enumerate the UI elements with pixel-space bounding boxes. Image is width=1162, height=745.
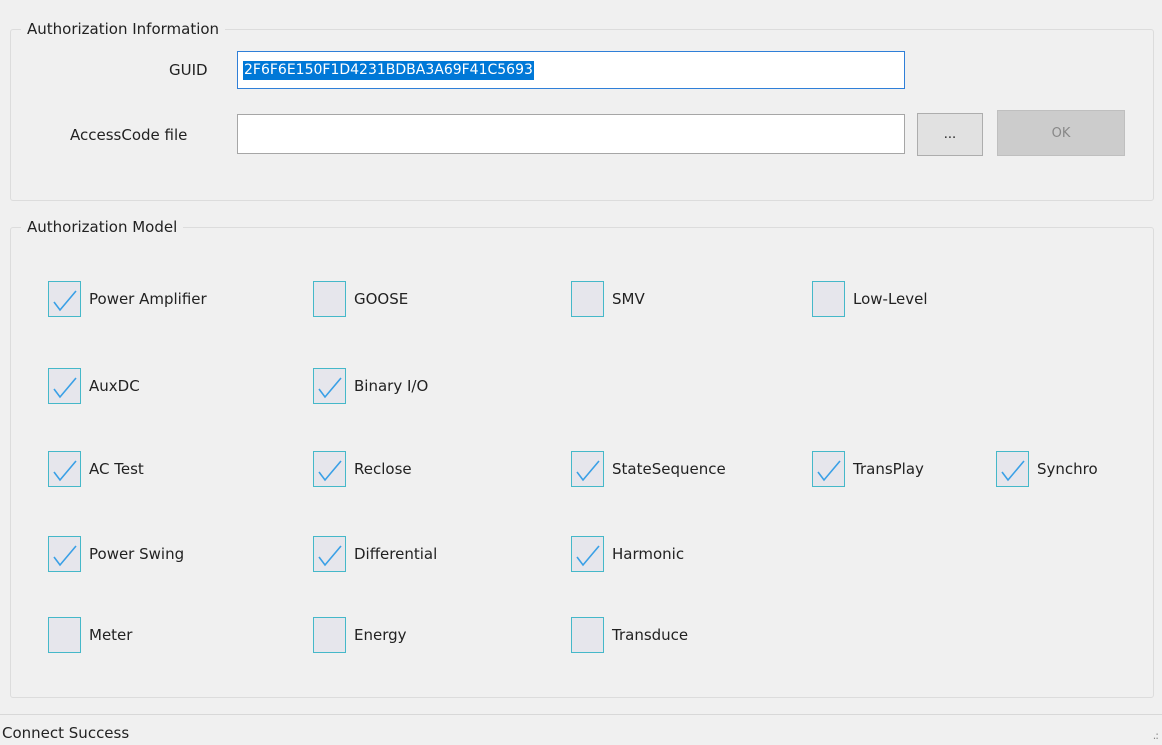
resize-grip-icon[interactable]: .: <box>1153 729 1159 742</box>
ok-button[interactable]: OK <box>997 110 1125 156</box>
checkmark-icon <box>318 460 342 482</box>
checkbox-box[interactable] <box>48 536 81 572</box>
checkbox-label: Power Amplifier <box>89 290 207 308</box>
guid-input[interactable]: 2F6F6E150F1D4231BDBA3A69F41C5693 <box>237 51 905 89</box>
checkbox-smv[interactable]: SMV <box>571 281 645 317</box>
checkbox-label: Synchro <box>1037 460 1098 478</box>
checkbox-differential[interactable]: Differential <box>313 536 437 572</box>
checkbox-power-amplifier[interactable]: Power Amplifier <box>48 281 207 317</box>
checkbox-label: Energy <box>354 626 407 644</box>
checkbox-box[interactable] <box>48 281 81 317</box>
checkbox-synchro[interactable]: Synchro <box>996 451 1098 487</box>
checkbox-energy[interactable]: Energy <box>313 617 407 653</box>
checkbox-box[interactable] <box>313 536 346 572</box>
guid-value: 2F6F6E150F1D4231BDBA3A69F41C5693 <box>243 61 534 80</box>
checkbox-label: Low-Level <box>853 290 928 308</box>
checkmark-icon <box>53 460 77 482</box>
checkbox-label: Meter <box>89 626 133 644</box>
checkbox-label: StateSequence <box>612 460 726 478</box>
checkbox-goose[interactable]: GOOSE <box>313 281 408 317</box>
browse-button[interactable]: ... <box>917 113 983 156</box>
checkbox-transduce[interactable]: Transduce <box>571 617 688 653</box>
guid-label: GUID <box>169 61 208 79</box>
checkmark-icon <box>1001 460 1025 482</box>
checkbox-binary-io[interactable]: Binary I/O <box>313 368 428 404</box>
checkbox-low-level[interactable]: Low-Level <box>812 281 928 317</box>
checkbox-box[interactable] <box>571 451 604 487</box>
checkbox-box[interactable] <box>48 451 81 487</box>
checkmark-icon <box>53 545 77 567</box>
checkmark-icon <box>576 460 600 482</box>
checkbox-label: AuxDC <box>89 377 140 395</box>
checkbox-box[interactable] <box>812 281 845 317</box>
checkmark-icon <box>576 545 600 567</box>
checkbox-label: Binary I/O <box>354 377 429 395</box>
checkbox-box[interactable] <box>571 617 604 653</box>
checkbox-power-swing[interactable]: Power Swing <box>48 536 184 572</box>
checkbox-box[interactable] <box>48 368 81 404</box>
checkbox-label: Transduce <box>612 626 689 644</box>
checkbox-label: Reclose <box>354 460 412 478</box>
accesscode-file-label: AccessCode file <box>70 126 188 144</box>
checkbox-ac-test[interactable]: AC Test <box>48 451 144 487</box>
authorization-information-title: Authorization Information <box>21 19 226 39</box>
checkbox-box[interactable] <box>996 451 1029 487</box>
checkbox-label: AC Test <box>89 460 144 478</box>
checkmark-icon <box>53 377 77 399</box>
checkbox-label: TransPlay <box>853 460 924 478</box>
checkbox-label: Power Swing <box>89 545 185 563</box>
checkbox-box[interactable] <box>313 281 346 317</box>
checkbox-box[interactable] <box>571 281 604 317</box>
checkbox-auxdc[interactable]: AuxDC <box>48 368 140 404</box>
checkbox-label: Harmonic <box>612 545 685 563</box>
checkbox-statesequence[interactable]: StateSequence <box>571 451 726 487</box>
checkbox-transplay[interactable]: TransPlay <box>812 451 924 487</box>
checkbox-label: GOOSE <box>354 290 409 308</box>
authorization-model-title: Authorization Model <box>21 217 184 237</box>
checkmark-icon <box>318 545 342 567</box>
status-bar-separator <box>0 714 1162 715</box>
checkbox-box[interactable] <box>313 368 346 404</box>
checkbox-reclose[interactable]: Reclose <box>313 451 412 487</box>
accesscode-file-input[interactable] <box>237 114 905 154</box>
checkbox-meter[interactable]: Meter <box>48 617 132 653</box>
checkbox-box[interactable] <box>48 617 81 653</box>
checkbox-label: SMV <box>612 290 645 308</box>
checkmark-icon <box>53 290 77 312</box>
status-text: Connect Success <box>2 724 130 742</box>
checkbox-harmonic[interactable]: Harmonic <box>571 536 684 572</box>
checkmark-icon <box>817 460 841 482</box>
checkbox-label: Differential <box>354 545 438 563</box>
checkbox-box[interactable] <box>313 617 346 653</box>
checkbox-box[interactable] <box>812 451 845 487</box>
checkmark-icon <box>318 377 342 399</box>
checkbox-box[interactable] <box>571 536 604 572</box>
checkbox-box[interactable] <box>313 451 346 487</box>
